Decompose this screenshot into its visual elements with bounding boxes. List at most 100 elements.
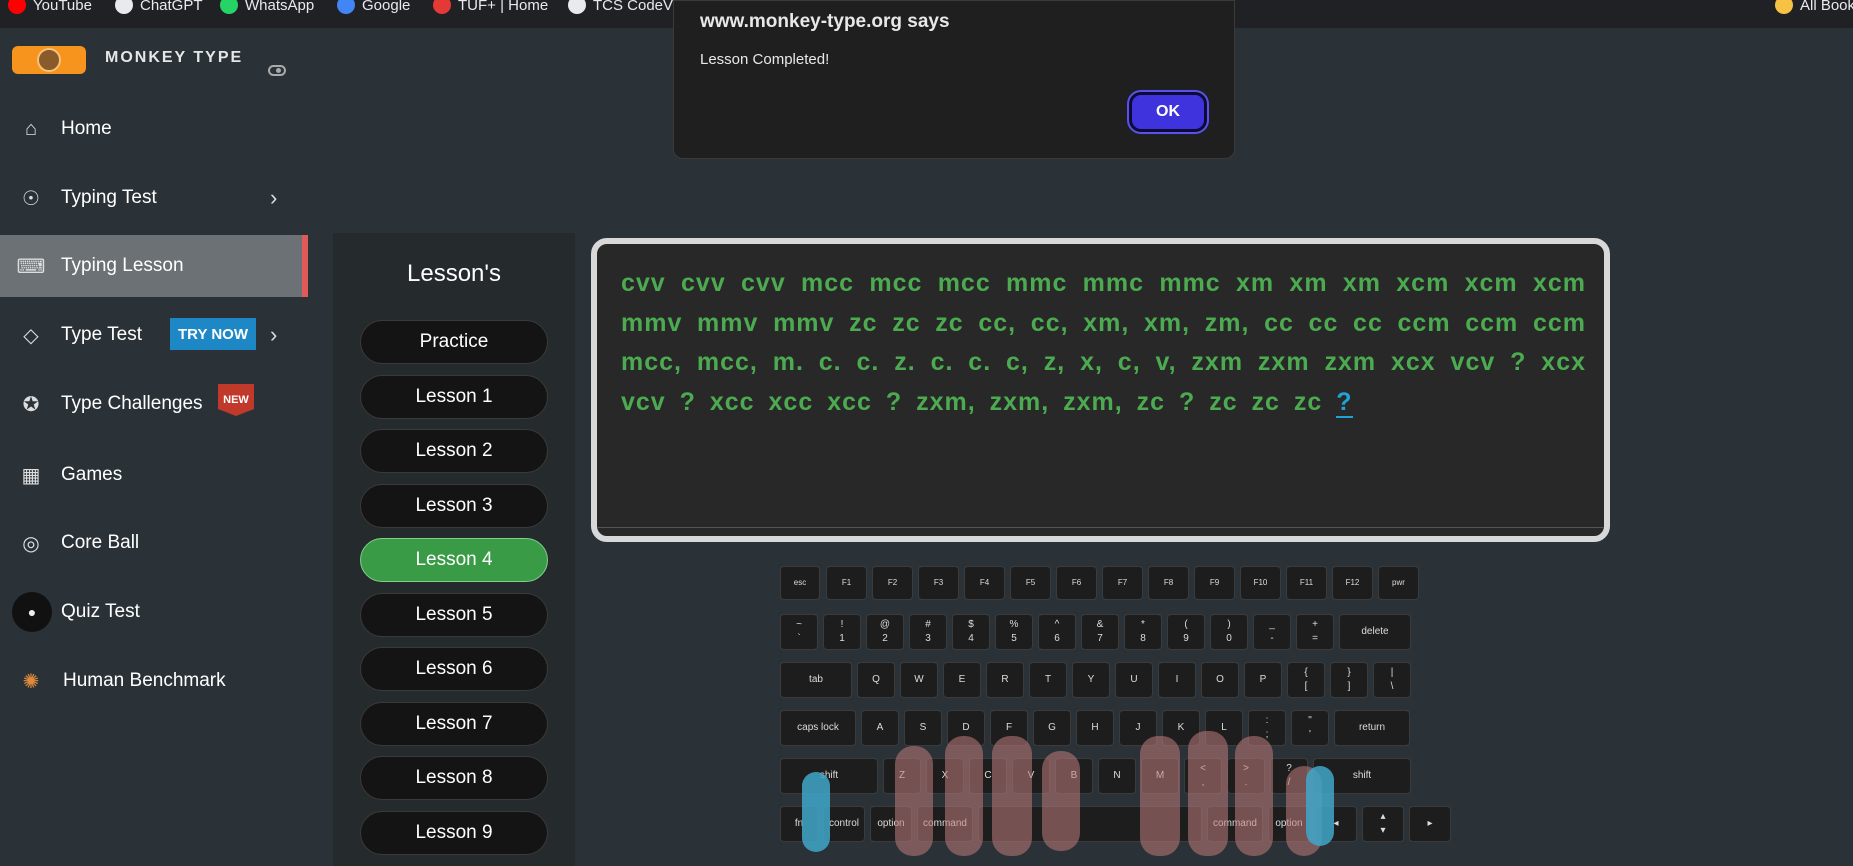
sidebar-item-type-challenges[interactable]: ✪ Type Challenges NEW: [0, 373, 308, 435]
divider: [597, 527, 1604, 528]
chevron-right-icon: ›: [270, 185, 278, 210]
key-q-1[interactable]: Q: [857, 662, 895, 698]
key-b-9[interactable]: ▸: [1409, 806, 1451, 842]
bookmark-item[interactable]: TUF+ | Home: [433, 0, 548, 14]
key-q-0[interactable]: tab: [780, 662, 852, 698]
sidebar-item-games[interactable]: ▦ Games: [0, 444, 308, 506]
key-q-12[interactable]: } ]: [1330, 662, 1368, 698]
lesson-button-lesson-3[interactable]: Lesson 3: [360, 483, 548, 528]
lesson-button-lesson-9[interactable]: Lesson 9: [360, 810, 548, 855]
key-f7[interactable]: F7: [1102, 566, 1143, 600]
tuf-icon: [433, 0, 451, 14]
lesson-button-lesson-4[interactable]: Lesson 4: [360, 538, 548, 582]
key-num-12[interactable]: + =: [1296, 614, 1334, 650]
bookmark-item[interactable]: WhatsApp: [220, 0, 314, 14]
sidebar-item-home[interactable]: ⌂ Home: [0, 98, 308, 160]
lessons-header: Lesson's: [407, 260, 501, 287]
key-q-9[interactable]: O: [1201, 662, 1239, 698]
key-f3[interactable]: F3: [918, 566, 959, 600]
key-q-3[interactable]: E: [943, 662, 981, 698]
key-b-8[interactable]: ▴ ▾: [1362, 806, 1404, 842]
key-num-7[interactable]: & 7: [1081, 614, 1119, 650]
key-f6[interactable]: F6: [1056, 566, 1097, 600]
bookmark-item[interactable]: TCS CodeVi: [568, 0, 676, 14]
key-a-2[interactable]: S: [904, 710, 942, 746]
bookmark-item[interactable]: ChatGPT: [115, 0, 203, 14]
key-f5[interactable]: F5: [1010, 566, 1051, 600]
lesson-button-practice[interactable]: Practice: [360, 320, 548, 364]
key-num-3[interactable]: #3: [909, 614, 947, 650]
lesson-button-lesson-5[interactable]: Lesson 5: [360, 592, 548, 637]
key-q-13[interactable]: | \: [1373, 662, 1411, 698]
key-q-2[interactable]: W: [900, 662, 938, 698]
key-q-7[interactable]: U: [1115, 662, 1153, 698]
key-q-8[interactable]: I: [1158, 662, 1196, 698]
finger-hint: [1140, 736, 1180, 856]
lesson-button-lesson-2[interactable]: Lesson 2: [360, 429, 548, 473]
key-num-6[interactable]: ^ 6: [1038, 614, 1076, 650]
key-legend: 4: [968, 633, 974, 644]
lesson-button-lesson-8[interactable]: Lesson 8: [360, 756, 548, 800]
key-a-11[interactable]: " ': [1291, 710, 1329, 746]
key-legend: `: [797, 633, 801, 644]
key-f10[interactable]: F10: [1240, 566, 1281, 600]
key-legend: 6: [1054, 633, 1060, 644]
key-num-2[interactable]: @2: [866, 614, 904, 650]
key-a-5[interactable]: G: [1033, 710, 1071, 746]
key-num-8[interactable]: * 8: [1124, 614, 1162, 650]
key-esc[interactable]: esc: [780, 566, 820, 600]
finger-hint: [1235, 736, 1273, 856]
lesson-button-lesson-6[interactable]: Lesson 6: [360, 647, 548, 691]
bookmark-item[interactable]: YouTube: [8, 0, 92, 14]
typing-area[interactable]: cvv cvv cvv mcc mcc mcc mmc mmc mmc xm x…: [591, 238, 1610, 542]
key-num-10[interactable]: ) 0: [1210, 614, 1248, 650]
bookmark-label: YouTube: [33, 0, 92, 14]
key-legend: delete: [1361, 626, 1389, 637]
key-f11[interactable]: F11: [1286, 566, 1327, 600]
target-icon: ◎: [22, 532, 40, 555]
key-num-0[interactable]: ~ `: [780, 614, 818, 650]
key-q-6[interactable]: Y: [1072, 662, 1110, 698]
theme-toggle-icon[interactable]: [268, 65, 286, 76]
key-num-13[interactable]: delete: [1339, 614, 1411, 650]
key-legend: 8: [1140, 633, 1146, 644]
key-a-0[interactable]: caps lock: [780, 710, 856, 746]
key-f4[interactable]: F4: [964, 566, 1005, 600]
key-a-12[interactable]: return: [1334, 710, 1410, 746]
key-q-10[interactable]: P: [1244, 662, 1282, 698]
sidebar-item-typing-lesson[interactable]: ⌨ Typing Lesson: [0, 235, 308, 297]
bookmark-label: WhatsApp: [245, 0, 315, 14]
key-a-6[interactable]: H: [1076, 710, 1114, 746]
sidebar-item-human-benchmark[interactable]: ✺ Human Benchmark: [0, 650, 308, 712]
whatsapp-icon: [220, 0, 238, 14]
key-q-5[interactable]: T: [1029, 662, 1067, 698]
sidebar-item-typing-test[interactable]: ☉ Typing Test ›: [0, 167, 308, 229]
alert-dialog: www.monkey-type.org says Lesson Complete…: [673, 0, 1235, 159]
bookmark-item[interactable]: All Book: [1775, 0, 1853, 14]
chevron-right-icon: ›: [270, 322, 278, 347]
key-q-4[interactable]: R: [986, 662, 1024, 698]
key-f2[interactable]: F2: [872, 566, 913, 600]
bookmark-item[interactable]: Google: [337, 0, 410, 14]
sidebar-item-quiz-test[interactable]: ● Quiz Test: [0, 581, 308, 643]
lesson-button-lesson-1[interactable]: Lesson 1: [360, 374, 548, 419]
key-num-11[interactable]: _ -: [1253, 614, 1291, 650]
sidebar-item-type-test[interactable]: ◇ Type Test TRY NOW ›: [0, 304, 308, 366]
sidebar-item-label: Human Benchmark: [63, 670, 226, 691]
key-f8[interactable]: F8: [1148, 566, 1189, 600]
sidebar-item-core-ball[interactable]: ◎ Core Ball: [0, 512, 308, 574]
ok-button[interactable]: OK: [1127, 90, 1209, 134]
key-q-11[interactable]: { [: [1287, 662, 1325, 698]
key-num-4[interactable]: $4: [952, 614, 990, 650]
key-num-1[interactable]: ! 1: [823, 614, 861, 650]
key-f1[interactable]: F1: [826, 566, 867, 600]
key-f9[interactable]: F9: [1194, 566, 1235, 600]
key-z-6[interactable]: N: [1098, 758, 1136, 794]
key-num-9[interactable]: (9: [1167, 614, 1205, 650]
key-a-1[interactable]: A: [861, 710, 899, 746]
lesson-button-lesson-7[interactable]: Lesson 7: [360, 701, 548, 746]
key-num-5[interactable]: % 5: [995, 614, 1033, 650]
monkey-logo-icon[interactable]: [12, 46, 86, 74]
key-pwr[interactable]: pwr: [1378, 566, 1419, 600]
key-f12[interactable]: F12: [1332, 566, 1373, 600]
